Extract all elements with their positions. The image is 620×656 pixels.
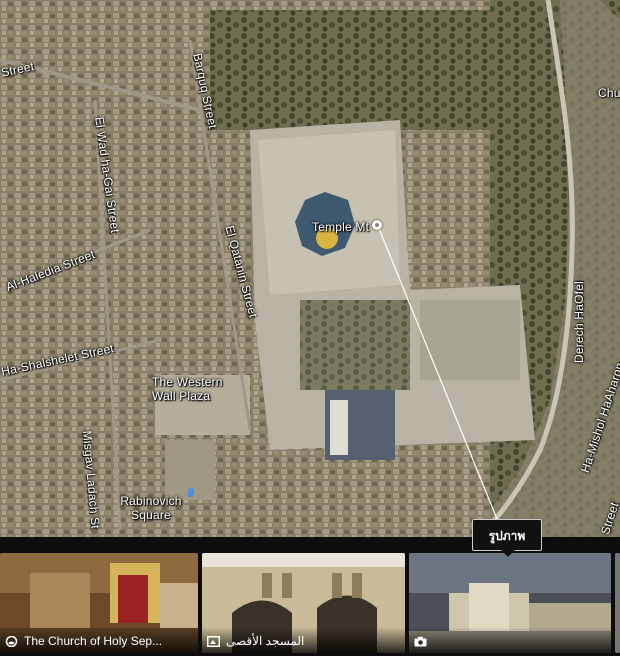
western-wall-plaza-text: The Western Wall Plaza [152, 375, 223, 403]
place-dot-icon [372, 220, 382, 230]
rabinovich-square-text: Rabinovich Square [120, 494, 182, 522]
photo-thumb-next[interactable] [615, 553, 620, 653]
photo-caption: The Church of Holy Sep... [24, 634, 163, 648]
pin-icon [188, 488, 194, 497]
panorama-icon [5, 636, 18, 647]
western-wall-plaza-label: The Western Wall Plaza [152, 375, 232, 403]
photo-thumb-temple-model[interactable] [409, 553, 611, 653]
satellite-map[interactable]: Street Chu Barquq Street El Wad ha-Gai S… [0, 0, 620, 537]
photo-caption: المسجد الأقصى [226, 634, 305, 648]
temple-mount-label: Temple Mt [312, 220, 370, 234]
photo-thumb-aqsa[interactable]: المسجد الأقصى [202, 553, 405, 653]
derech-haofel-label: Derech HaOfel [572, 281, 586, 363]
photo-strip: The Church of Holy Sep... المسجد الأقصى [0, 537, 620, 656]
photo-sphere-icon [207, 636, 220, 647]
street-label-east: Chu [598, 86, 620, 100]
camera-icon [414, 636, 427, 647]
photo-thumb-church[interactable]: The Church of Holy Sep... [0, 553, 198, 653]
rabinovich-square-label: Rabinovich Square [116, 494, 186, 522]
photos-tooltip: รูปภาพ [472, 519, 542, 557]
temple-mount-marker[interactable]: Temple Mt [312, 218, 382, 236]
caption-bar [409, 627, 611, 653]
